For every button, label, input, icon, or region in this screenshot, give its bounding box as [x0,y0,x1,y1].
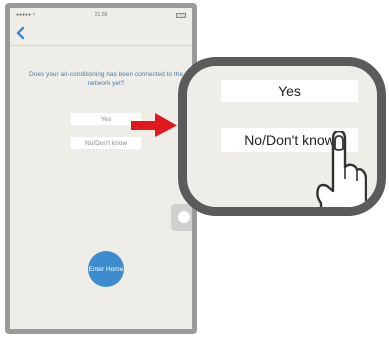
arrow-right-icon [131,113,177,137]
finger-pointer-icon [316,131,367,207]
zoom-yes-button[interactable]: Yes [221,80,358,102]
back-chevron-icon[interactable] [14,26,28,40]
nav-bar [10,22,192,46]
status-bar: ●●●●● ≈ 21:09 [10,8,192,22]
enter-home-button[interactable]: Enter Home [88,251,124,287]
phone-screen: ●●●●● ≈ 21:09 Does your air-conditioning… [5,3,197,334]
signal-indicator: ●●●●● ≈ [16,12,36,18]
battery-icon [176,12,187,18]
zoom-callout: Yes No/Don't know [178,57,386,216]
network-question: Does your air-conditioning has been conn… [29,71,183,87]
status-time: 21:09 [94,12,108,18]
no-dont-know-button[interactable]: No/Don't know [71,137,141,149]
